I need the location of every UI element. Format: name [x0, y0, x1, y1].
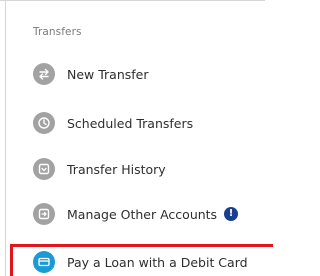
menu-item-manage-other-accounts[interactable]: Manage Other Accounts ! [33, 200, 258, 228]
transfers-panel: Transfers New Transfer Scheduled Transfe… [0, 0, 273, 276]
section-title: Transfers [33, 26, 82, 38]
menu-item-new-transfer[interactable]: New Transfer [33, 60, 258, 88]
menu-item-label: Manage Other Accounts [67, 206, 218, 222]
menu-item-scheduled-transfers[interactable]: Scheduled Transfers [33, 109, 258, 137]
menu-item-label: New Transfer [67, 66, 149, 82]
highlight-box [10, 244, 273, 276]
transfer-arrows-icon [33, 63, 55, 85]
panel-left-divider [5, 0, 6, 276]
menu-item-label: Scheduled Transfers [67, 115, 194, 131]
menu-item-label: Transfer History [67, 161, 166, 177]
history-icon [33, 158, 55, 180]
menu-item-transfer-history[interactable]: Transfer History [33, 155, 258, 183]
panel-top-divider [0, 0, 265, 1]
accounts-icon [33, 203, 55, 225]
clock-icon [33, 112, 55, 134]
alert-icon: ! [224, 207, 239, 221]
